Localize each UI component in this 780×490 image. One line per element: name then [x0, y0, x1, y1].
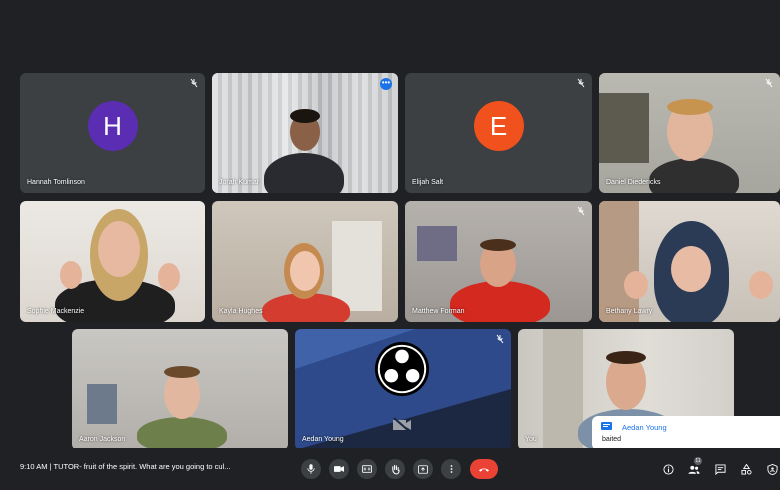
participant-tile-aedan[interactable]: Aedan Young [295, 329, 511, 450]
notification-message: baited [602, 436, 622, 443]
more-vert-icon [450, 465, 452, 473]
video-feed-door [332, 221, 382, 311]
camera-off-icon [393, 417, 411, 433]
microphone-button[interactable] [301, 459, 321, 479]
person-face [290, 251, 320, 291]
video-feed-window [599, 93, 649, 163]
participant-name: Kayla Hughes [219, 308, 263, 315]
participant-name: Elijah Salt [412, 179, 444, 186]
participant-tile-bethany[interactable]: Bethany Lawry [599, 201, 780, 322]
avatar: E [473, 101, 524, 151]
person-face [98, 221, 140, 277]
present-screen-button[interactable] [413, 459, 433, 479]
video-feed-curtain [599, 201, 639, 322]
person-hair [290, 109, 320, 123]
thumb-right [158, 263, 180, 291]
obs-logo-icon [374, 341, 430, 397]
participant-tile-sophie[interactable]: Sophie Mackenzie [20, 201, 205, 322]
raise-hand-button[interactable] [385, 459, 405, 479]
chat-notification[interactable]: Aedan Young baited [592, 416, 780, 450]
mic-off-icon [496, 334, 504, 344]
participant-name: Jorah Kumar [219, 179, 260, 186]
mic-off-icon [190, 78, 198, 88]
avatar: H [87, 101, 138, 151]
person-silhouette [137, 417, 227, 450]
participant-name: You [525, 436, 537, 443]
person-face [671, 246, 711, 292]
more-options-icon[interactable]: ••• [380, 78, 392, 90]
closed-captions-icon [362, 465, 372, 473]
person-silhouette [450, 281, 550, 322]
meeting-details-button[interactable] [660, 461, 676, 477]
participant-name: Daniel Diedericks [606, 179, 661, 186]
video-feed-picture [87, 384, 117, 424]
participant-name: Aaron Jackson [79, 436, 126, 443]
chat-icon [601, 422, 612, 430]
participant-name: Bethany Lawry [606, 308, 653, 315]
participant-count-badge: 11 [694, 457, 702, 465]
video-feed-picture [417, 226, 457, 261]
hang-up-icon [479, 467, 489, 472]
activities-button[interactable] [738, 461, 754, 477]
host-controls-button[interactable] [764, 461, 780, 477]
bottom-bar: 9:10 AM | TUTOR- fruit of the spirit. Wh… [0, 448, 780, 490]
participant-tile-matthew[interactable]: Matthew Forman [405, 201, 592, 322]
meeting-details[interactable]: 9:10 AM | TUTOR- fruit of the spirit. Wh… [20, 462, 231, 471]
person-hair [667, 99, 713, 115]
video-feed-door [543, 329, 583, 450]
person-hair [606, 351, 646, 364]
info-icon [662, 463, 674, 475]
mic-off-icon [577, 206, 585, 216]
present-icon [418, 464, 428, 474]
participant-tile-hannah[interactable]: H Hannah Tomlinson [20, 73, 205, 193]
thumb-left [60, 261, 82, 289]
hand [624, 271, 648, 299]
participant-tile-jorah[interactable]: ••• Jorah Kumar [212, 73, 398, 193]
activities-shapes-icon [740, 463, 752, 475]
participant-tile-aaron[interactable]: Aaron Jackson [72, 329, 288, 450]
participant-tile-kayla[interactable]: Kayla Hughes [212, 201, 398, 322]
captions-button[interactable] [357, 459, 377, 479]
hand-icon [391, 464, 400, 475]
participant-name: Sophie Mackenzie [27, 308, 85, 315]
person-hair [480, 239, 516, 251]
participant-name: Matthew Forman [412, 308, 465, 315]
participant-tile-elijah[interactable]: E Elijah Salt [405, 73, 592, 193]
mic-off-icon [577, 78, 585, 88]
mic-off-icon [765, 78, 773, 88]
people-icon [688, 465, 700, 474]
microphone-icon [307, 464, 315, 474]
camera-icon [334, 466, 344, 472]
chat-button[interactable] [712, 461, 728, 477]
participant-name: Aedan Young [302, 436, 344, 443]
shield-icon [766, 463, 778, 475]
leave-call-button[interactable] [470, 459, 498, 479]
hand [749, 271, 773, 299]
more-options-button[interactable] [441, 459, 461, 479]
top-bar [0, 0, 780, 70]
chat-icon [714, 463, 726, 475]
participant-name: Hannah Tomlinson [27, 179, 85, 186]
notification-sender: Aedan Young [622, 423, 667, 432]
participant-tile-daniel[interactable]: Daniel Diedericks [599, 73, 780, 193]
person-hair [164, 366, 200, 378]
camera-button[interactable] [329, 459, 349, 479]
